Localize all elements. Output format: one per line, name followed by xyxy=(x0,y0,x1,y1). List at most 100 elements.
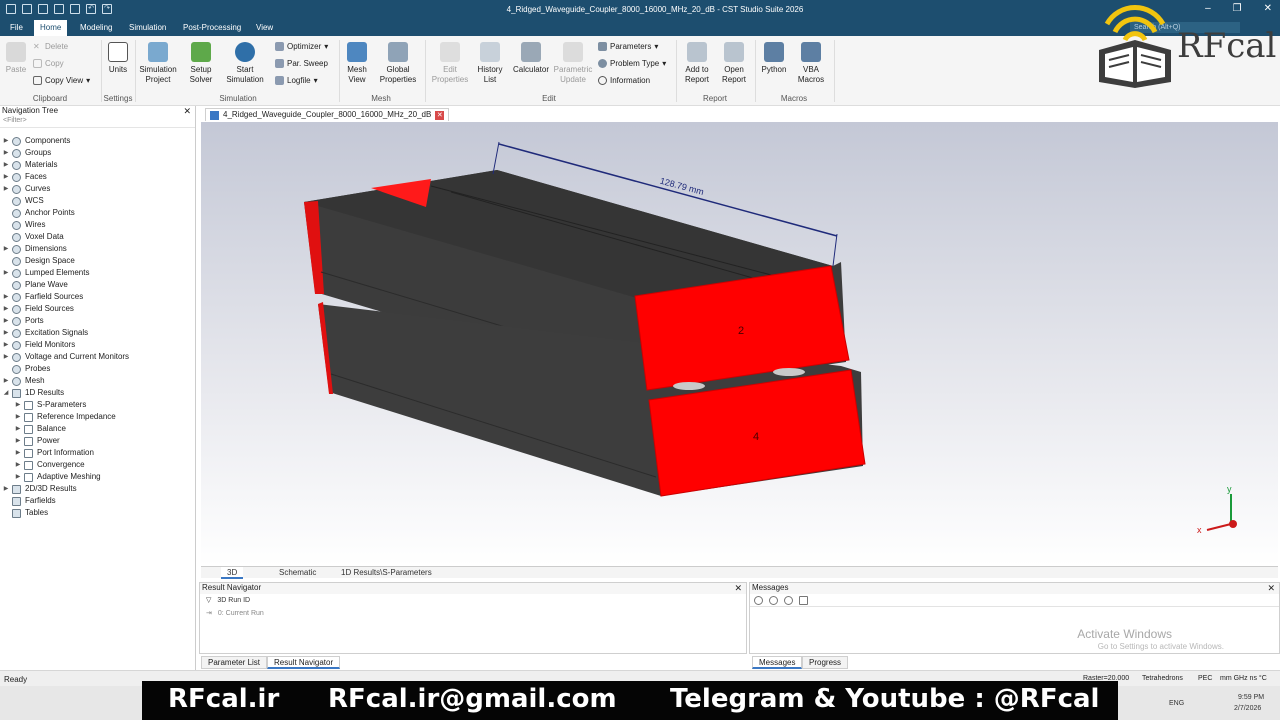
tab-3d[interactable]: 3D xyxy=(221,567,244,579)
tab-parameter-list[interactable]: Parameter List xyxy=(201,656,268,669)
menu-home[interactable]: Home xyxy=(34,20,68,36)
delete-button[interactable]: ✕ Delete xyxy=(33,42,68,51)
open-report-button[interactable]: Open Report xyxy=(718,42,750,85)
menu-post-processing[interactable]: Post-Processing xyxy=(177,20,247,36)
tree-item-dimensions[interactable]: ▶ Dimensions xyxy=(2,243,67,255)
info-filter-icon[interactable] xyxy=(784,595,793,605)
mesh-view-button[interactable]: Mesh View xyxy=(343,42,371,85)
tree-item-materials[interactable]: ▶ Materials xyxy=(2,159,57,171)
taskbar-time[interactable]: 9:59 PM xyxy=(1238,694,1264,701)
units-button[interactable]: Units xyxy=(105,42,131,75)
tab-result-navigator[interactable]: Result Navigator xyxy=(267,656,341,669)
expand-arrow-icon[interactable]: ▶ xyxy=(14,399,22,411)
logfile-button[interactable]: Logfile ▾ xyxy=(275,76,318,85)
tab-messages[interactable]: Messages xyxy=(752,656,803,669)
expand-arrow-icon[interactable]: ▶ xyxy=(14,447,22,459)
error-filter-icon[interactable] xyxy=(754,595,763,605)
tree-item-s-parameters[interactable]: ▶ S-Parameters xyxy=(14,399,86,411)
tree-item-design-space[interactable]: Design Space xyxy=(2,255,75,267)
close-icon[interactable]: ✕ xyxy=(734,583,742,594)
tab-progress[interactable]: Progress xyxy=(802,656,849,669)
tree-item-voxel-data[interactable]: Voxel Data xyxy=(2,231,64,243)
tree-item-mesh[interactable]: ▶ Mesh xyxy=(2,375,45,387)
status-pec[interactable]: PEC xyxy=(1198,675,1212,682)
tree-item-2d-3d-results[interactable]: ▶ 2D/3D Results xyxy=(2,483,77,495)
parametric-update-button[interactable]: Parametric Update xyxy=(551,42,595,85)
nav-filter-input[interactable]: <Filter> xyxy=(0,117,195,128)
tree-item-power[interactable]: ▶ Power xyxy=(14,435,60,447)
tab-s-parameters[interactable]: 1D Results\S-Parameters xyxy=(335,567,438,579)
edit-properties-button[interactable]: Edit Properties xyxy=(429,42,471,85)
tree-item-convergence[interactable]: ▶ Convergence xyxy=(14,459,85,471)
tree-item-port-information[interactable]: ▶ Port Information xyxy=(14,447,94,459)
calculator-button[interactable]: Calculator xyxy=(511,42,551,75)
tree-item-1d-results[interactable]: ◢ 1D Results xyxy=(2,387,64,399)
expand-arrow-icon[interactable]: ▶ xyxy=(2,351,10,363)
vba-macros-button[interactable]: VBA Macros xyxy=(793,42,829,85)
tree-item-anchor-points[interactable]: Anchor Points xyxy=(2,207,75,219)
menu-file[interactable]: File xyxy=(4,20,29,36)
tree-item-farfields[interactable]: Farfields xyxy=(2,495,56,507)
tree-item-groups[interactable]: ▶ Groups xyxy=(2,147,51,159)
expand-arrow-icon[interactable]: ▶ xyxy=(14,423,22,435)
copy-button[interactable]: Copy xyxy=(33,59,64,68)
optimizer-button[interactable]: Optimizer ▾ xyxy=(275,42,328,51)
expand-arrow-icon[interactable]: ▶ xyxy=(2,315,10,327)
tree-item-probes[interactable]: Probes xyxy=(2,363,50,375)
menu-simulation[interactable]: Simulation xyxy=(123,20,172,36)
python-button[interactable]: Python xyxy=(759,42,789,75)
tree-item-plane-wave[interactable]: Plane Wave xyxy=(2,279,68,291)
expand-arrow-icon[interactable]: ▶ xyxy=(2,303,10,315)
tree-item-wires[interactable]: Wires xyxy=(2,219,45,231)
expand-arrow-icon[interactable]: ▶ xyxy=(2,171,10,183)
expand-arrow-icon[interactable]: ▶ xyxy=(2,339,10,351)
expand-arrow-icon[interactable]: ▶ xyxy=(14,459,22,471)
document-tab[interactable]: 4_Ridged_Waveguide_Coupler_8000_16000_MH… xyxy=(205,108,450,121)
expand-arrow-icon[interactable]: ▶ xyxy=(14,471,22,483)
tree-item-balance[interactable]: ▶ Balance xyxy=(14,423,66,435)
tab-schematic[interactable]: Schematic xyxy=(273,567,322,579)
expand-open-icon[interactable]: ◢ xyxy=(2,387,10,399)
tree-item-curves[interactable]: ▶ Curves xyxy=(2,183,50,195)
result-navigator-header-row[interactable]: ▽ 3D Run ID xyxy=(200,594,746,607)
parameters-button[interactable]: Parameters ▾ xyxy=(598,42,658,51)
menu-modeling[interactable]: Modeling xyxy=(74,20,118,36)
expand-arrow-icon[interactable]: ▶ xyxy=(2,183,10,195)
expand-arrow-icon[interactable]: ▶ xyxy=(2,291,10,303)
close-icon[interactable]: ✕ xyxy=(1267,583,1275,594)
expand-arrow-icon[interactable]: ▶ xyxy=(2,147,10,159)
tree-item-reference-impedance[interactable]: ▶ Reference Impedance xyxy=(14,411,116,423)
expand-arrow-icon[interactable]: ▶ xyxy=(2,327,10,339)
tree-item-farfield-sources[interactable]: ▶ Farfield Sources xyxy=(2,291,83,303)
expand-arrow-icon[interactable]: ▶ xyxy=(2,375,10,387)
status-units[interactable]: mm GHz ns °C xyxy=(1220,675,1267,682)
paste-button[interactable]: Paste xyxy=(4,42,28,75)
expand-arrow-icon[interactable]: ▶ xyxy=(2,267,10,279)
copy-view-button[interactable]: Copy View ▾ xyxy=(33,76,90,85)
tree-item-field-sources[interactable]: ▶ Field Sources xyxy=(2,303,74,315)
close-icon[interactable]: ✕ xyxy=(183,106,191,117)
tree-item-components[interactable]: ▶ Components xyxy=(2,135,70,147)
close-icon[interactable]: ✕ xyxy=(435,110,445,120)
expand-arrow-icon[interactable]: ▶ xyxy=(2,243,10,255)
information-button[interactable]: Information xyxy=(598,76,650,85)
taskbar-date[interactable]: 2/7/2026 xyxy=(1234,705,1261,712)
3d-viewport[interactable]: 128.79 mm 2 4 y x xyxy=(201,122,1278,566)
tree-item-field-monitors[interactable]: ▶ Field Monitors xyxy=(2,339,75,351)
add-to-report-button[interactable]: Add to Report xyxy=(680,42,714,85)
expand-arrow-icon[interactable]: ▶ xyxy=(14,411,22,423)
expand-arrow-icon[interactable]: ▶ xyxy=(2,483,10,495)
expand-arrow-icon[interactable]: ▶ xyxy=(2,159,10,171)
tree-item-tables[interactable]: Tables xyxy=(2,507,48,519)
tree-item-voltage-and-current-monitors[interactable]: ▶ Voltage and Current Monitors xyxy=(2,351,129,363)
tree-item-wcs[interactable]: WCS xyxy=(2,195,44,207)
tree-item-ports[interactable]: ▶ Ports xyxy=(2,315,44,327)
tree-item-faces[interactable]: ▶ Faces xyxy=(2,171,47,183)
history-list-button[interactable]: History List xyxy=(474,42,506,85)
menu-view[interactable]: View xyxy=(250,20,279,36)
tree-item-lumped-elements[interactable]: ▶ Lumped Elements xyxy=(2,267,89,279)
tree-item-adaptive-meshing[interactable]: ▶ Adaptive Meshing xyxy=(14,471,101,483)
filter-icon[interactable]: ▽ xyxy=(206,594,211,607)
par-sweep-button[interactable]: Par. Sweep xyxy=(275,59,328,68)
problem-type-button[interactable]: Problem Type ▾ xyxy=(598,59,666,68)
